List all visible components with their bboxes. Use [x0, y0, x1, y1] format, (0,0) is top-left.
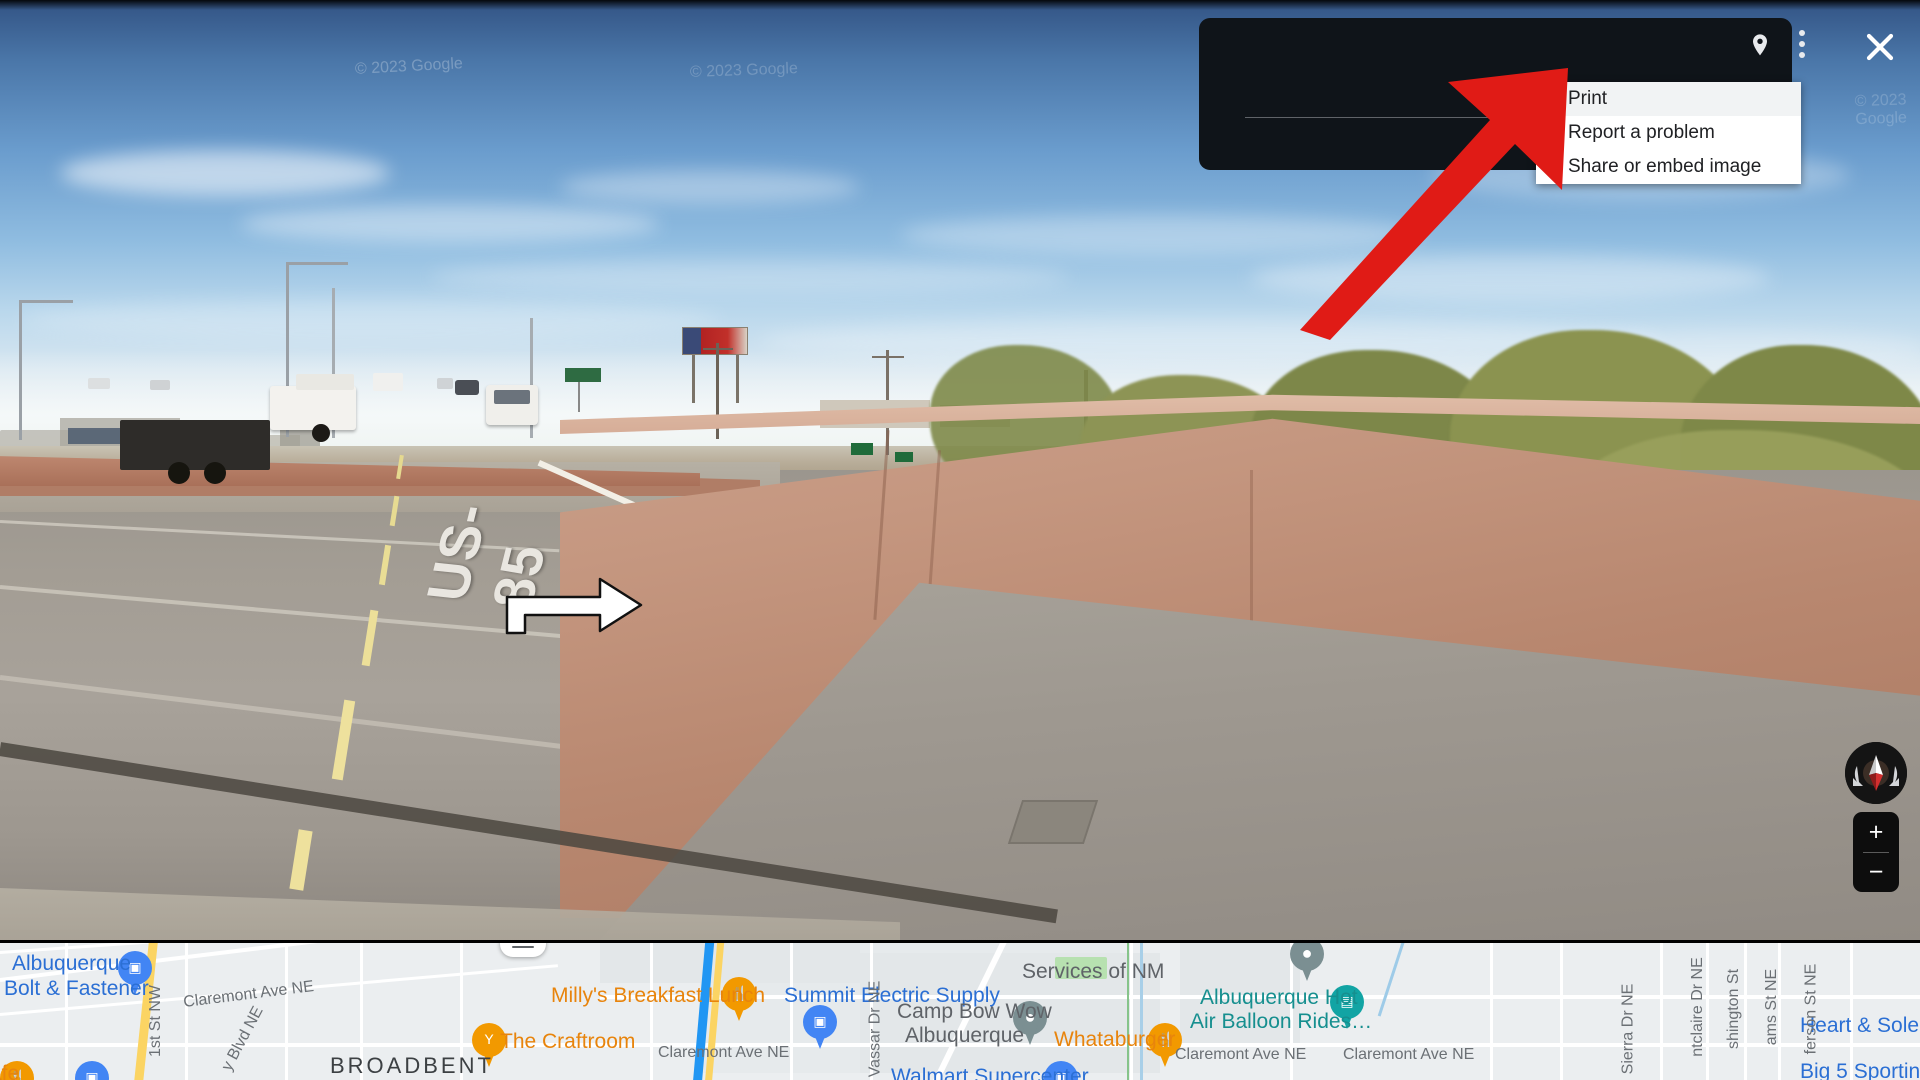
map-pin-icon[interactable] [1746, 32, 1774, 60]
zoom-out-button[interactable]: − [1853, 852, 1899, 892]
highway-sign [895, 452, 913, 462]
map-pin-cafe[interactable]: ▣ [75, 1061, 109, 1080]
light-pole-arm [286, 262, 348, 265]
google-watermark: © 2023 Google [689, 60, 799, 81]
cloud [20, 300, 720, 340]
menu-item-report-a-problem[interactable]: Report a problem [1536, 116, 1801, 150]
billboard [682, 327, 748, 355]
truck-wheel [312, 424, 330, 442]
trailer-wheel [204, 462, 226, 484]
map-street-claremont-3: Claremont Ave NE [1175, 1046, 1307, 1063]
cloud [560, 170, 860, 204]
map-label-bolt-fastener[interactable]: Bolt & Fastener [4, 978, 149, 999]
map-street-jefferson-st-ne: ferson St NE [1802, 963, 1820, 1055]
billboard-post [736, 355, 739, 403]
street-view-screen: © 2023 Google © 2023 Google © 2023 Googl… [0, 0, 1920, 1080]
map-street-claremont-4: Claremont Ave NE [1343, 1046, 1475, 1063]
map-road [1660, 943, 1663, 1080]
light-pole [19, 300, 22, 440]
map-label-albuquerque-hot[interactable]: Albuquerque Hot [1200, 987, 1358, 1008]
light-pole-arm [19, 300, 73, 303]
suv-rear-window [494, 390, 530, 404]
map-label-albuquerque: Albuquerque [905, 1024, 1025, 1047]
map-label-services-of-nm: Services of NM [1022, 960, 1165, 983]
map-road [1706, 943, 1709, 1080]
map-road [1560, 943, 1563, 1080]
cloud [240, 205, 660, 243]
map-label-the-craftroom[interactable]: The Craftroom [500, 1031, 635, 1052]
close-x-icon[interactable] [1853, 20, 1907, 74]
forward-navigation-arrow[interactable] [505, 575, 645, 635]
map-road [1490, 943, 1493, 1080]
three-dot-menu-icon[interactable] [1790, 30, 1814, 60]
vehicle [437, 378, 453, 389]
map-road [790, 943, 793, 1080]
menu-item-print[interactable]: Print [1536, 82, 1801, 116]
map-label-camp-bow-wow: Camp Bow Wow [897, 1000, 1052, 1023]
cloud [900, 215, 1420, 255]
sign-post [578, 382, 580, 412]
map-label-millys-breakfast-lunch[interactable]: Milly's Breakfast Lunch [551, 985, 765, 1006]
map-label-walmart-supercenter[interactable]: Walmart Supercenter [891, 1066, 1089, 1080]
map-road [650, 943, 653, 1080]
menu-item-share-or-embed-image[interactable]: Share or embed image [1536, 150, 1801, 184]
pickup-truck [270, 386, 356, 430]
utility-crossarm [872, 356, 904, 358]
zoom-in-button[interactable]: + [1853, 812, 1899, 852]
map-street-adams-st-ne: ams St NE [1763, 968, 1781, 1046]
map-label-whataburger[interactable]: Whataburger [1054, 1029, 1175, 1050]
map-street-washington-st: shington St [1725, 968, 1743, 1050]
map-road [1744, 943, 1747, 1080]
vehicle [373, 373, 403, 391]
google-watermark: © 2023 Google [1854, 91, 1908, 129]
map-road [185, 943, 188, 1080]
map-street-claremont-2: Claremont Ave NE [658, 1044, 790, 1061]
map-label-cafe[interactable]: afe [0, 1063, 19, 1080]
map-road [285, 943, 288, 1080]
map-street-montclaire-dr-ne: ntclaire Dr NE [1688, 957, 1706, 1057]
map-label-big-5-sporting[interactable]: Big 5 Sportin [1800, 1061, 1920, 1080]
highway-sign [565, 368, 601, 382]
map-pin-summit-electric-supply[interactable]: ▣ [803, 1005, 837, 1049]
context-menu[interactable]: Print Report a problem Share or embed im… [1536, 82, 1801, 184]
trailer-wheel [168, 462, 190, 484]
map-street-vassar-dr-ne: Vassar Dr NE [866, 980, 884, 1078]
cloud [60, 150, 390, 196]
mini-map[interactable]: ▣ 🍴 Y ▣ ● 🍴 ▣ ▤ ● ▣ 🍴 Albuquerque Bolt &… [0, 940, 1920, 1080]
map-pin-services-of-nm[interactable]: ● [1290, 943, 1324, 981]
map-label-albuquerque-bolt[interactable]: Albuquerque [12, 953, 131, 974]
billboard-post [692, 355, 695, 403]
utility-trailer [120, 420, 270, 470]
map-label-broadbent: BROADBENT [330, 1053, 494, 1078]
storm-drain-grate [1007, 800, 1099, 844]
zoom-controls[interactable]: + − [1853, 812, 1899, 892]
utility-crossarm [703, 348, 733, 350]
vehicle [150, 380, 170, 390]
cloud [1250, 255, 1770, 301]
map-street-1st-st-nw: 1st St NW [147, 984, 165, 1058]
truck-camper-shell [296, 374, 354, 390]
map-street-sierra-dr-ne: Sierra Dr NE [1619, 983, 1637, 1075]
cloud [430, 260, 1070, 294]
vehicle [88, 378, 110, 389]
map-resize-handle[interactable] [500, 943, 546, 957]
map-label-air-balloon-rides[interactable]: Air Balloon Rides… [1190, 1011, 1372, 1032]
vehicle [455, 380, 479, 395]
highway-sign [851, 443, 873, 455]
compass-rotate-control[interactable] [1845, 742, 1907, 804]
